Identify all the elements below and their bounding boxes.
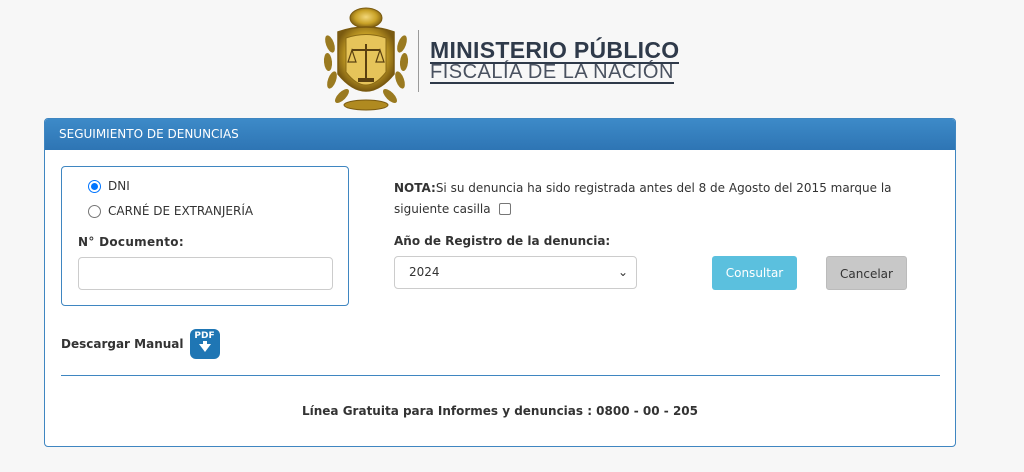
document-box: DNI CARNÉ DE EXTRANJERÍA N° Documento: [61, 166, 349, 306]
consultar-button[interactable]: Consultar [712, 256, 797, 290]
header-divider [418, 30, 419, 92]
panel-title: SEGUIMIENTO DE DENUNCIAS [45, 119, 955, 150]
footer-divider [61, 375, 940, 376]
before-2015-checkbox[interactable] [498, 203, 511, 215]
year-select-value: 2024 [409, 265, 440, 279]
download-manual-label[interactable]: Descargar Manual [61, 337, 184, 351]
radio-dni[interactable] [88, 179, 101, 193]
radio-dni-label: DNI [108, 179, 130, 193]
ministerio-seal-logo [323, 7, 409, 111]
radio-option-carne[interactable]: CARNÉ DE EXTRANJERÍA [88, 204, 253, 218]
header: MINISTERIO PÚBLICO FISCALÍA DE LA NACIÓN [0, 0, 1024, 118]
document-number-label: N° Documento: [78, 235, 184, 249]
nota-text: NOTA:Si su denuncia ha sido registrada a… [394, 178, 914, 220]
chevron-down-icon: ⌄ [617, 265, 628, 279]
nota-prefix: NOTA: [394, 181, 436, 195]
radio-option-dni[interactable]: DNI [88, 179, 130, 193]
radio-carne-label: CARNÉ DE EXTRANJERÍA [108, 204, 254, 218]
hotline-text: Línea Gratuita para Informes y denuncias… [301, 404, 699, 418]
download-manual[interactable]: Descargar Manual PDF [61, 329, 220, 359]
radio-carne[interactable] [88, 204, 101, 218]
pdf-download-icon[interactable]: PDF [189, 329, 220, 359]
year-select[interactable]: 2024 ⌄ [394, 256, 637, 289]
pdf-icon-text: PDF [194, 331, 215, 341]
document-number-input[interactable] [78, 257, 333, 290]
download-arrow-icon [198, 344, 211, 352]
nota-body: Si su denuncia ha sido registrada antes … [394, 181, 892, 216]
cancelar-button[interactable]: Cancelar [826, 256, 907, 290]
tracking-panel: SEGUIMIENTO DE DENUNCIAS DNI CARNÉ DE EX… [44, 118, 956, 447]
year-label: Año de Registro de la denuncia: [394, 234, 611, 248]
brand-subtitle: FISCALÍA DE LA NACIÓN [430, 61, 674, 84]
